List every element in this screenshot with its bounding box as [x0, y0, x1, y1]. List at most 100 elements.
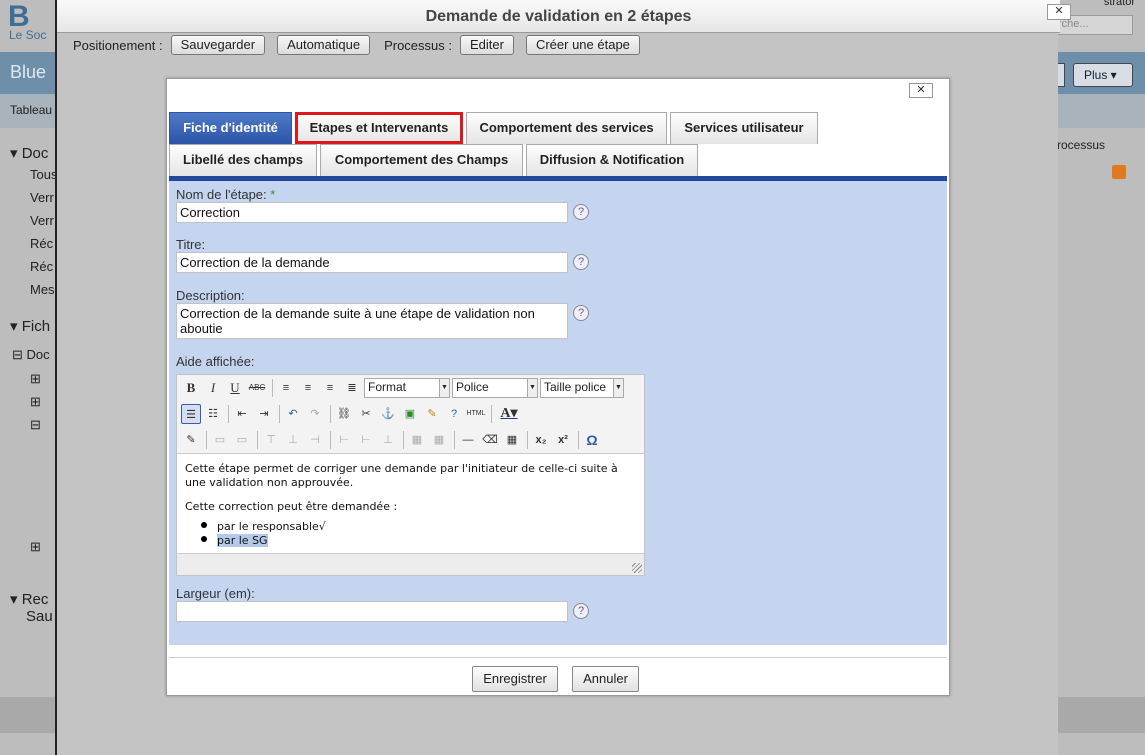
- help-icon[interactable]: ?: [573, 204, 589, 220]
- editor-statusbar: [177, 553, 644, 575]
- horizontal-rule-icon[interactable]: —: [458, 430, 478, 450]
- tree-expand-icon[interactable]: ⊞: [30, 394, 41, 410]
- tab-services-utilisateur[interactable]: Services utilisateur: [670, 112, 818, 144]
- tab-etapes-intervenants[interactable]: Etapes et Intervenants: [295, 112, 463, 144]
- sidebar-item[interactable]: Tous: [30, 167, 57, 182]
- header-button[interactable]: [1057, 63, 1065, 87]
- align-center-icon[interactable]: ≡: [298, 378, 318, 398]
- superscript-icon[interactable]: x²: [553, 430, 573, 450]
- largeur-input[interactable]: [176, 601, 568, 622]
- align-justify-icon[interactable]: ≣: [342, 378, 362, 398]
- tab-comportement-champs[interactable]: Comportement des Champs: [320, 144, 523, 176]
- sidebar-section-recherche[interactable]: ▾ Rec: [10, 590, 48, 608]
- outdent-icon[interactable]: ⇤: [232, 404, 252, 424]
- toolbar-separator: [454, 431, 455, 449]
- enregistrer-button[interactable]: Enregistrer: [472, 666, 558, 692]
- editor-paragraph: Cette étape permet de corriger une deman…: [185, 462, 618, 489]
- subscript-icon[interactable]: x₂: [531, 430, 551, 450]
- undo-icon[interactable]: ↶: [283, 404, 303, 424]
- link-icon[interactable]: ⛓: [334, 404, 354, 424]
- tab-fiche-identite[interactable]: Fiche d'identité: [169, 112, 292, 144]
- editer-button[interactable]: Editer: [459, 35, 514, 55]
- align-right-icon[interactable]: ≡: [320, 378, 340, 398]
- editor-content[interactable]: Cette étape permet de corriger une deman…: [177, 453, 644, 553]
- annuler-button[interactable]: Annuler: [572, 666, 639, 692]
- special-char-icon[interactable]: Ω: [582, 430, 602, 450]
- delete-row-icon[interactable]: ⊣: [305, 430, 325, 450]
- sidebar-item[interactable]: Verr: [30, 213, 54, 228]
- row-props-icon[interactable]: ▭: [210, 430, 230, 450]
- bullet-list-icon[interactable]: ☰: [181, 404, 201, 424]
- cleanup-icon[interactable]: ✎: [422, 404, 442, 424]
- tree-expand-icon[interactable]: ⊞: [30, 371, 41, 387]
- visual-aid-icon[interactable]: ✎: [181, 430, 201, 450]
- indent-icon[interactable]: ⇥: [254, 404, 274, 424]
- tree-root[interactable]: ⊟ Doc: [12, 347, 50, 363]
- tab-tableau[interactable]: Tableau: [10, 103, 52, 117]
- sidebar-item[interactable]: Verr: [30, 190, 54, 205]
- cell-props-icon[interactable]: ▭: [232, 430, 252, 450]
- titre-input[interactable]: Correction de la demande: [176, 252, 568, 273]
- remove-format-icon[interactable]: ⌫: [480, 430, 500, 450]
- rss-icon[interactable]: [1112, 165, 1126, 179]
- tab-libelle-champs[interactable]: Libellé des champs: [169, 144, 317, 176]
- numbered-list-icon[interactable]: ☷: [203, 404, 223, 424]
- help-icon[interactable]: ?: [444, 404, 464, 424]
- row-before-icon[interactable]: ⊤: [261, 430, 281, 450]
- tree-collapse-icon[interactable]: ⊟: [30, 417, 41, 433]
- italic-icon[interactable]: I: [203, 378, 223, 398]
- sidebar-section-documents[interactable]: ▾ Doc: [10, 144, 48, 162]
- help-icon[interactable]: ?: [573, 603, 589, 619]
- unlink-icon[interactable]: ✂: [356, 404, 376, 424]
- col-before-icon[interactable]: ⊢: [334, 430, 354, 450]
- sidebar-section-fiches[interactable]: ▾ Fich: [10, 317, 50, 335]
- chevron-down-icon: ▼: [613, 379, 623, 397]
- bold-icon[interactable]: B: [181, 378, 201, 398]
- aide-label: Aide affichée:: [176, 354, 255, 369]
- close-icon[interactable]: ✕: [909, 83, 933, 98]
- creer-etape-button[interactable]: Créer une étape: [525, 35, 640, 55]
- redo-icon[interactable]: ↷: [305, 404, 325, 424]
- underline-icon[interactable]: U: [225, 378, 245, 398]
- help-icon[interactable]: ?: [573, 254, 589, 270]
- anchor-icon[interactable]: ⚓: [378, 404, 398, 424]
- row-after-icon[interactable]: ⊥: [283, 430, 303, 450]
- tree-expand-icon[interactable]: ⊞: [30, 539, 41, 555]
- text-color-icon[interactable]: A▾: [495, 404, 523, 424]
- processus-label: Processus :: [384, 37, 452, 53]
- nom-input[interactable]: Correction: [176, 202, 568, 223]
- merge-cells-icon[interactable]: ▦: [429, 430, 449, 450]
- app-title: Blue: [10, 62, 47, 82]
- police-select[interactable]: Police ▼: [452, 378, 538, 398]
- sauvegarder-button[interactable]: Sauvegarder: [170, 35, 266, 55]
- sidebar-section-sauvegarde[interactable]: Sau: [26, 608, 53, 625]
- required-marker: *: [270, 187, 276, 202]
- sidebar-item[interactable]: Mes: [30, 282, 55, 297]
- tab-comportement-services[interactable]: Comportement des services: [466, 112, 667, 144]
- editor-list: par le responsable√ par le SG: [201, 520, 636, 548]
- user-name[interactable]: strator: [1104, 0, 1135, 8]
- split-cells-icon[interactable]: ▦: [407, 430, 427, 450]
- sidebar-item[interactable]: Réc: [30, 236, 53, 251]
- tab-diffusion-notification[interactable]: Diffusion & Notification: [526, 144, 698, 176]
- delete-col-icon[interactable]: ⊥: [378, 430, 398, 450]
- image-icon[interactable]: ▣: [400, 404, 420, 424]
- plus-button[interactable]: Plus ▾: [1073, 63, 1133, 87]
- table-icon[interactable]: ▦: [502, 430, 522, 450]
- html-icon[interactable]: HTML: [466, 404, 486, 424]
- toolbar-separator: [206, 431, 207, 449]
- align-left-icon[interactable]: ≡: [276, 378, 296, 398]
- help-icon[interactable]: ?: [573, 305, 589, 321]
- sidebar-item[interactable]: Réc: [30, 259, 53, 274]
- col-after-icon[interactable]: ⊢: [356, 430, 376, 450]
- step-edit-dialog: ✕ Fiche d'identité Etapes et Intervenant…: [166, 78, 950, 696]
- editor-toolbar-row-3: ✎ ▭ ▭ ⊤ ⊥ ⊣ ⊢ ⊢ ⊥ ▦ ▦ — ⌫ ▦ x₂ x² Ω: [181, 429, 604, 451]
- resize-handle-icon[interactable]: [632, 563, 642, 573]
- format-select[interactable]: Format ▼: [364, 378, 450, 398]
- close-icon[interactable]: ✕: [1047, 4, 1071, 20]
- taille-police-select[interactable]: Taille police ▼: [540, 378, 624, 398]
- description-textarea[interactable]: Correction de la demande suite à une éta…: [176, 303, 568, 339]
- toolbar-separator: [578, 431, 579, 449]
- automatique-button[interactable]: Automatique: [277, 35, 371, 55]
- strikethrough-icon[interactable]: ABC: [247, 378, 267, 398]
